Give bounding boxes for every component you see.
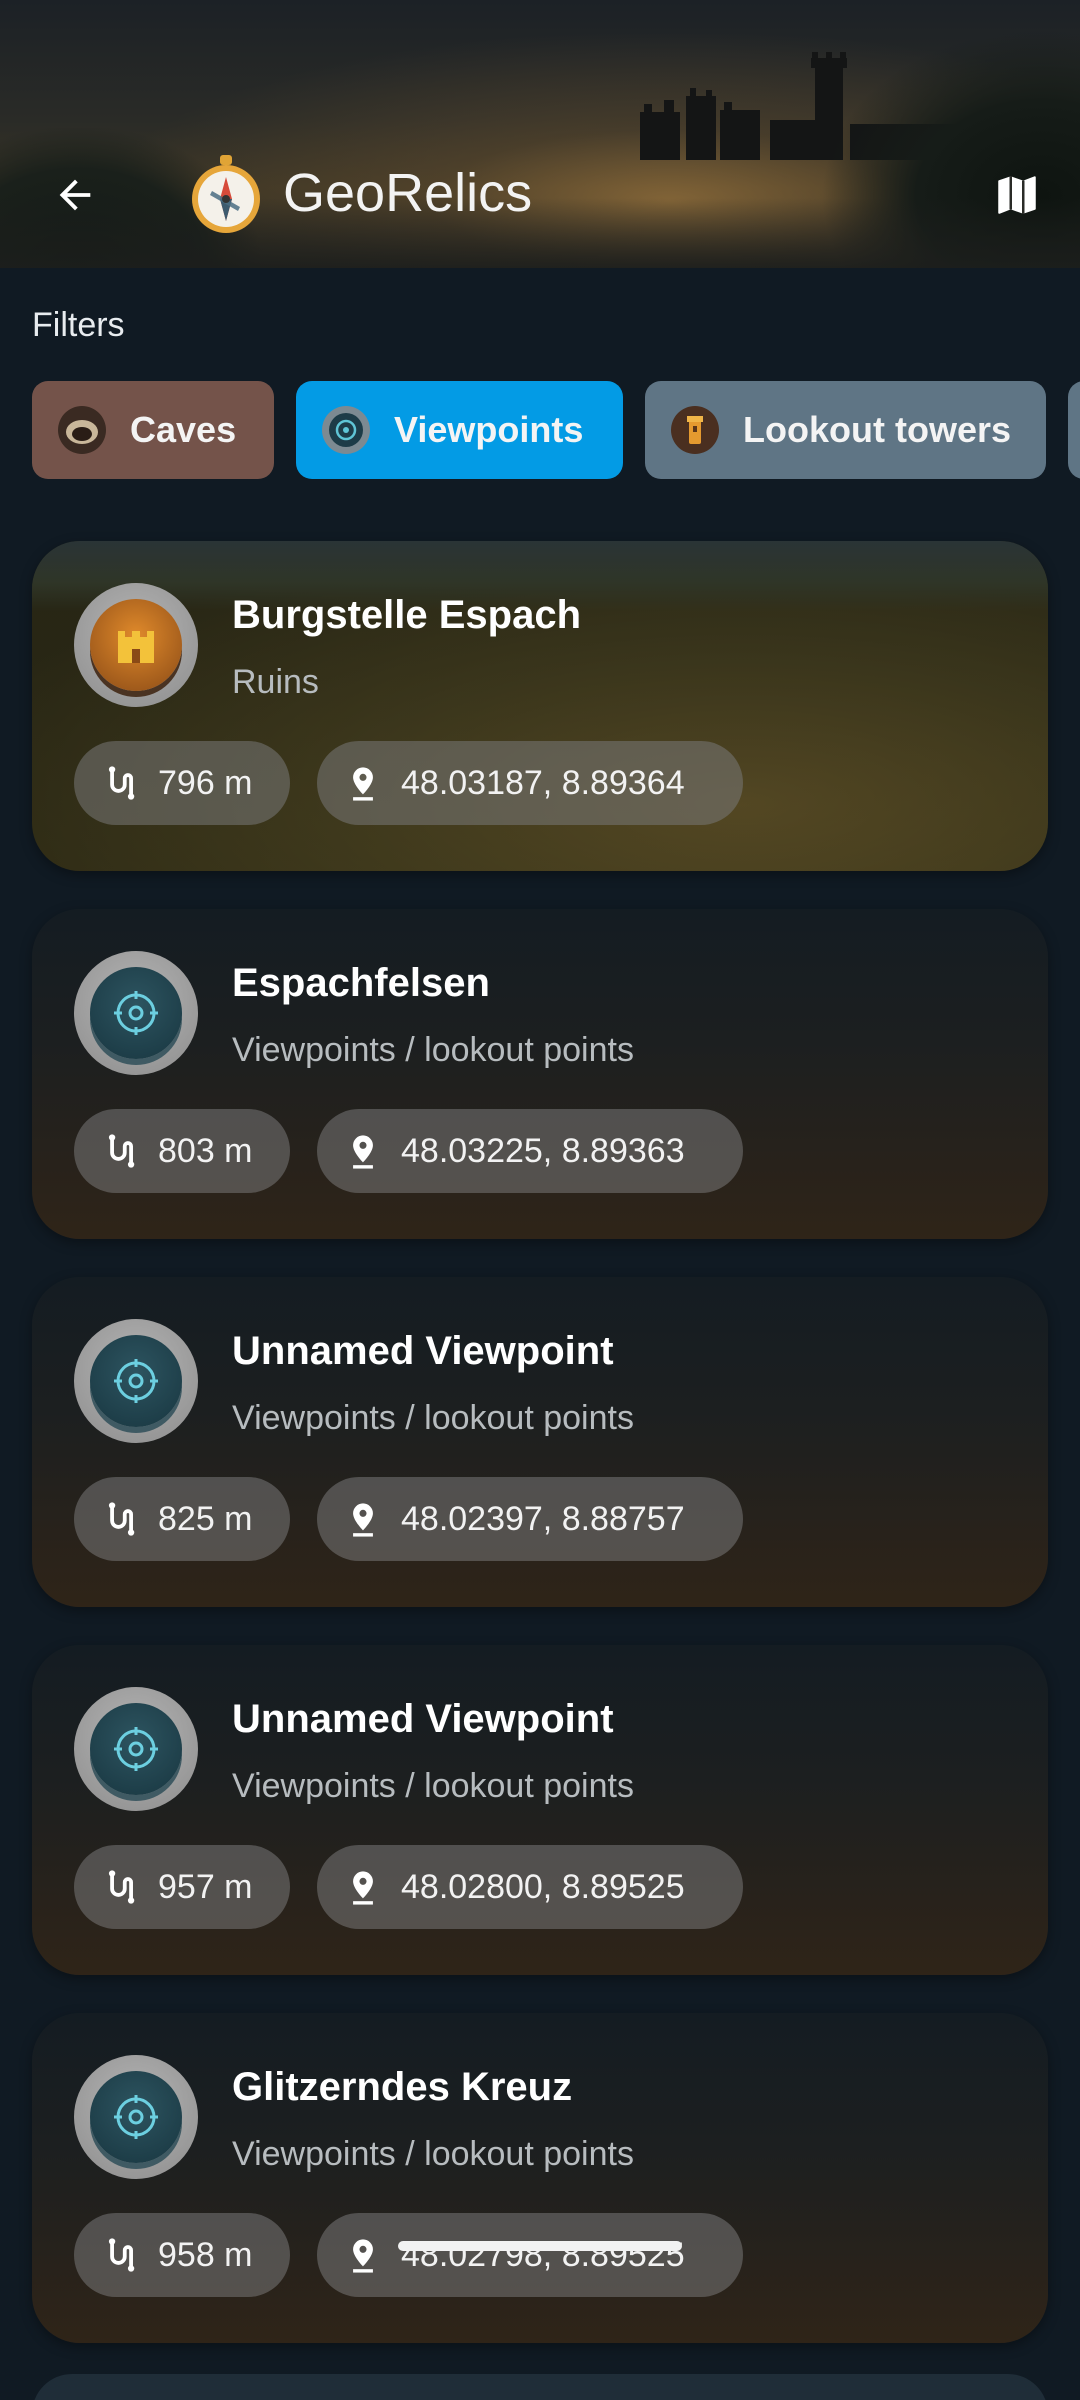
cave-icon	[58, 406, 106, 454]
route-icon	[100, 1131, 140, 1171]
place-avatar	[74, 951, 198, 1075]
place-category: Viewpoints / lookout points	[232, 2135, 634, 2173]
viewpoint-icon	[90, 1335, 182, 1427]
viewpoint-icon	[90, 967, 182, 1059]
place-card[interactable]: Burgstelle Espach Ruins 796 m 48.03187, …	[32, 541, 1048, 871]
filter-chip-caves[interactable]: Caves	[32, 381, 274, 479]
home-indicator[interactable]	[398, 2241, 682, 2251]
location-pin-icon	[343, 1867, 383, 1907]
header-banner: GeoRelics	[0, 0, 1080, 268]
back-button[interactable]	[40, 160, 110, 230]
place-card[interactable]: Espachfelsen Viewpoints / lookout points…	[32, 909, 1048, 1239]
coordinates-badge: 48.02800, 8.89525	[317, 1845, 743, 1929]
coordinates-badge: 48.03187, 8.89364	[317, 741, 743, 825]
route-icon	[100, 1499, 140, 1539]
app-screen: GeoRelics Filters Caves Viewpoints Looko…	[0, 0, 1080, 2400]
filter-chip-label: Caves	[130, 409, 237, 450]
distance-badge: 825 m	[74, 1477, 290, 1561]
filter-chip-label: Viewpoints	[394, 409, 584, 450]
coordinates-value: 48.03187, 8.89364	[401, 763, 685, 802]
filter-chip-viewpoints[interactable]: Viewpoints	[296, 381, 623, 479]
place-title: Unnamed Viewpoint	[232, 1329, 614, 1373]
place-card[interactable]: Unnamed Viewpoint Viewpoints / lookout p…	[32, 1645, 1048, 1975]
distance-badge: 796 m	[74, 741, 290, 825]
next-card-peek	[32, 2374, 1048, 2400]
coordinates-value: 48.02397, 8.88757	[401, 1499, 685, 1538]
place-avatar	[74, 583, 198, 707]
coordinates-badge: 48.02397, 8.88757	[317, 1477, 743, 1561]
distance-badge: 958 m	[74, 2213, 290, 2297]
distance-value: 958 m	[158, 2235, 253, 2274]
location-pin-icon	[343, 1131, 383, 1171]
place-card[interactable]: Glitzerndes Kreuz Viewpoints / lookout p…	[32, 2013, 1048, 2343]
place-category: Ruins	[232, 663, 319, 701]
viewpoint-icon	[322, 406, 370, 454]
route-icon	[100, 763, 140, 803]
distance-badge: 803 m	[74, 1109, 290, 1193]
coordinates-value: 48.03225, 8.89363	[401, 1131, 685, 1170]
place-title: Unnamed Viewpoint	[232, 1697, 614, 1741]
distance-value: 957 m	[158, 1867, 253, 1906]
castle-icon	[90, 599, 182, 691]
distance-value: 803 m	[158, 1131, 253, 1170]
filter-chips: Caves Viewpoints Lookout towers	[32, 381, 1080, 481]
header-ground	[0, 198, 1080, 268]
filter-chip-overflow[interactable]	[1068, 381, 1080, 479]
coordinates-value: 48.02800, 8.89525	[401, 1867, 685, 1906]
distance-value: 825 m	[158, 1499, 253, 1538]
place-avatar	[74, 2055, 198, 2179]
compass-icon	[190, 155, 262, 235]
filter-chip-lookout-towers[interactable]: Lookout towers	[645, 381, 1046, 479]
coordinates-badge: 48.02798, 8.89525	[317, 2213, 743, 2297]
filter-chip-label: Lookout towers	[743, 409, 1011, 450]
filters-label: Filters	[32, 306, 125, 344]
place-category: Viewpoints / lookout points	[232, 1399, 634, 1437]
viewpoint-icon	[90, 1703, 182, 1795]
distance-value: 796 m	[158, 763, 253, 802]
route-icon	[100, 1867, 140, 1907]
place-card[interactable]: Unnamed Viewpoint Viewpoints / lookout p…	[32, 1277, 1048, 1607]
viewpoint-icon	[90, 2071, 182, 2163]
arrow-left-icon	[59, 179, 91, 211]
location-pin-icon	[343, 763, 383, 803]
location-pin-icon	[343, 2235, 383, 2275]
location-pin-icon	[343, 1499, 383, 1539]
place-category: Viewpoints / lookout points	[232, 1767, 634, 1805]
app-title: GeoRelics	[283, 163, 533, 223]
route-icon	[100, 2235, 140, 2275]
place-avatar	[74, 1319, 198, 1443]
map-button[interactable]	[982, 160, 1052, 230]
place-title: Burgstelle Espach	[232, 593, 582, 637]
map-icon	[998, 176, 1036, 214]
place-avatar	[74, 1687, 198, 1811]
lookout-tower-icon	[671, 406, 719, 454]
place-title: Glitzerndes Kreuz	[232, 2065, 573, 2109]
distance-badge: 957 m	[74, 1845, 290, 1929]
place-category: Viewpoints / lookout points	[232, 1031, 634, 1069]
coordinates-badge: 48.03225, 8.89363	[317, 1109, 743, 1193]
place-title: Espachfelsen	[232, 961, 490, 1005]
